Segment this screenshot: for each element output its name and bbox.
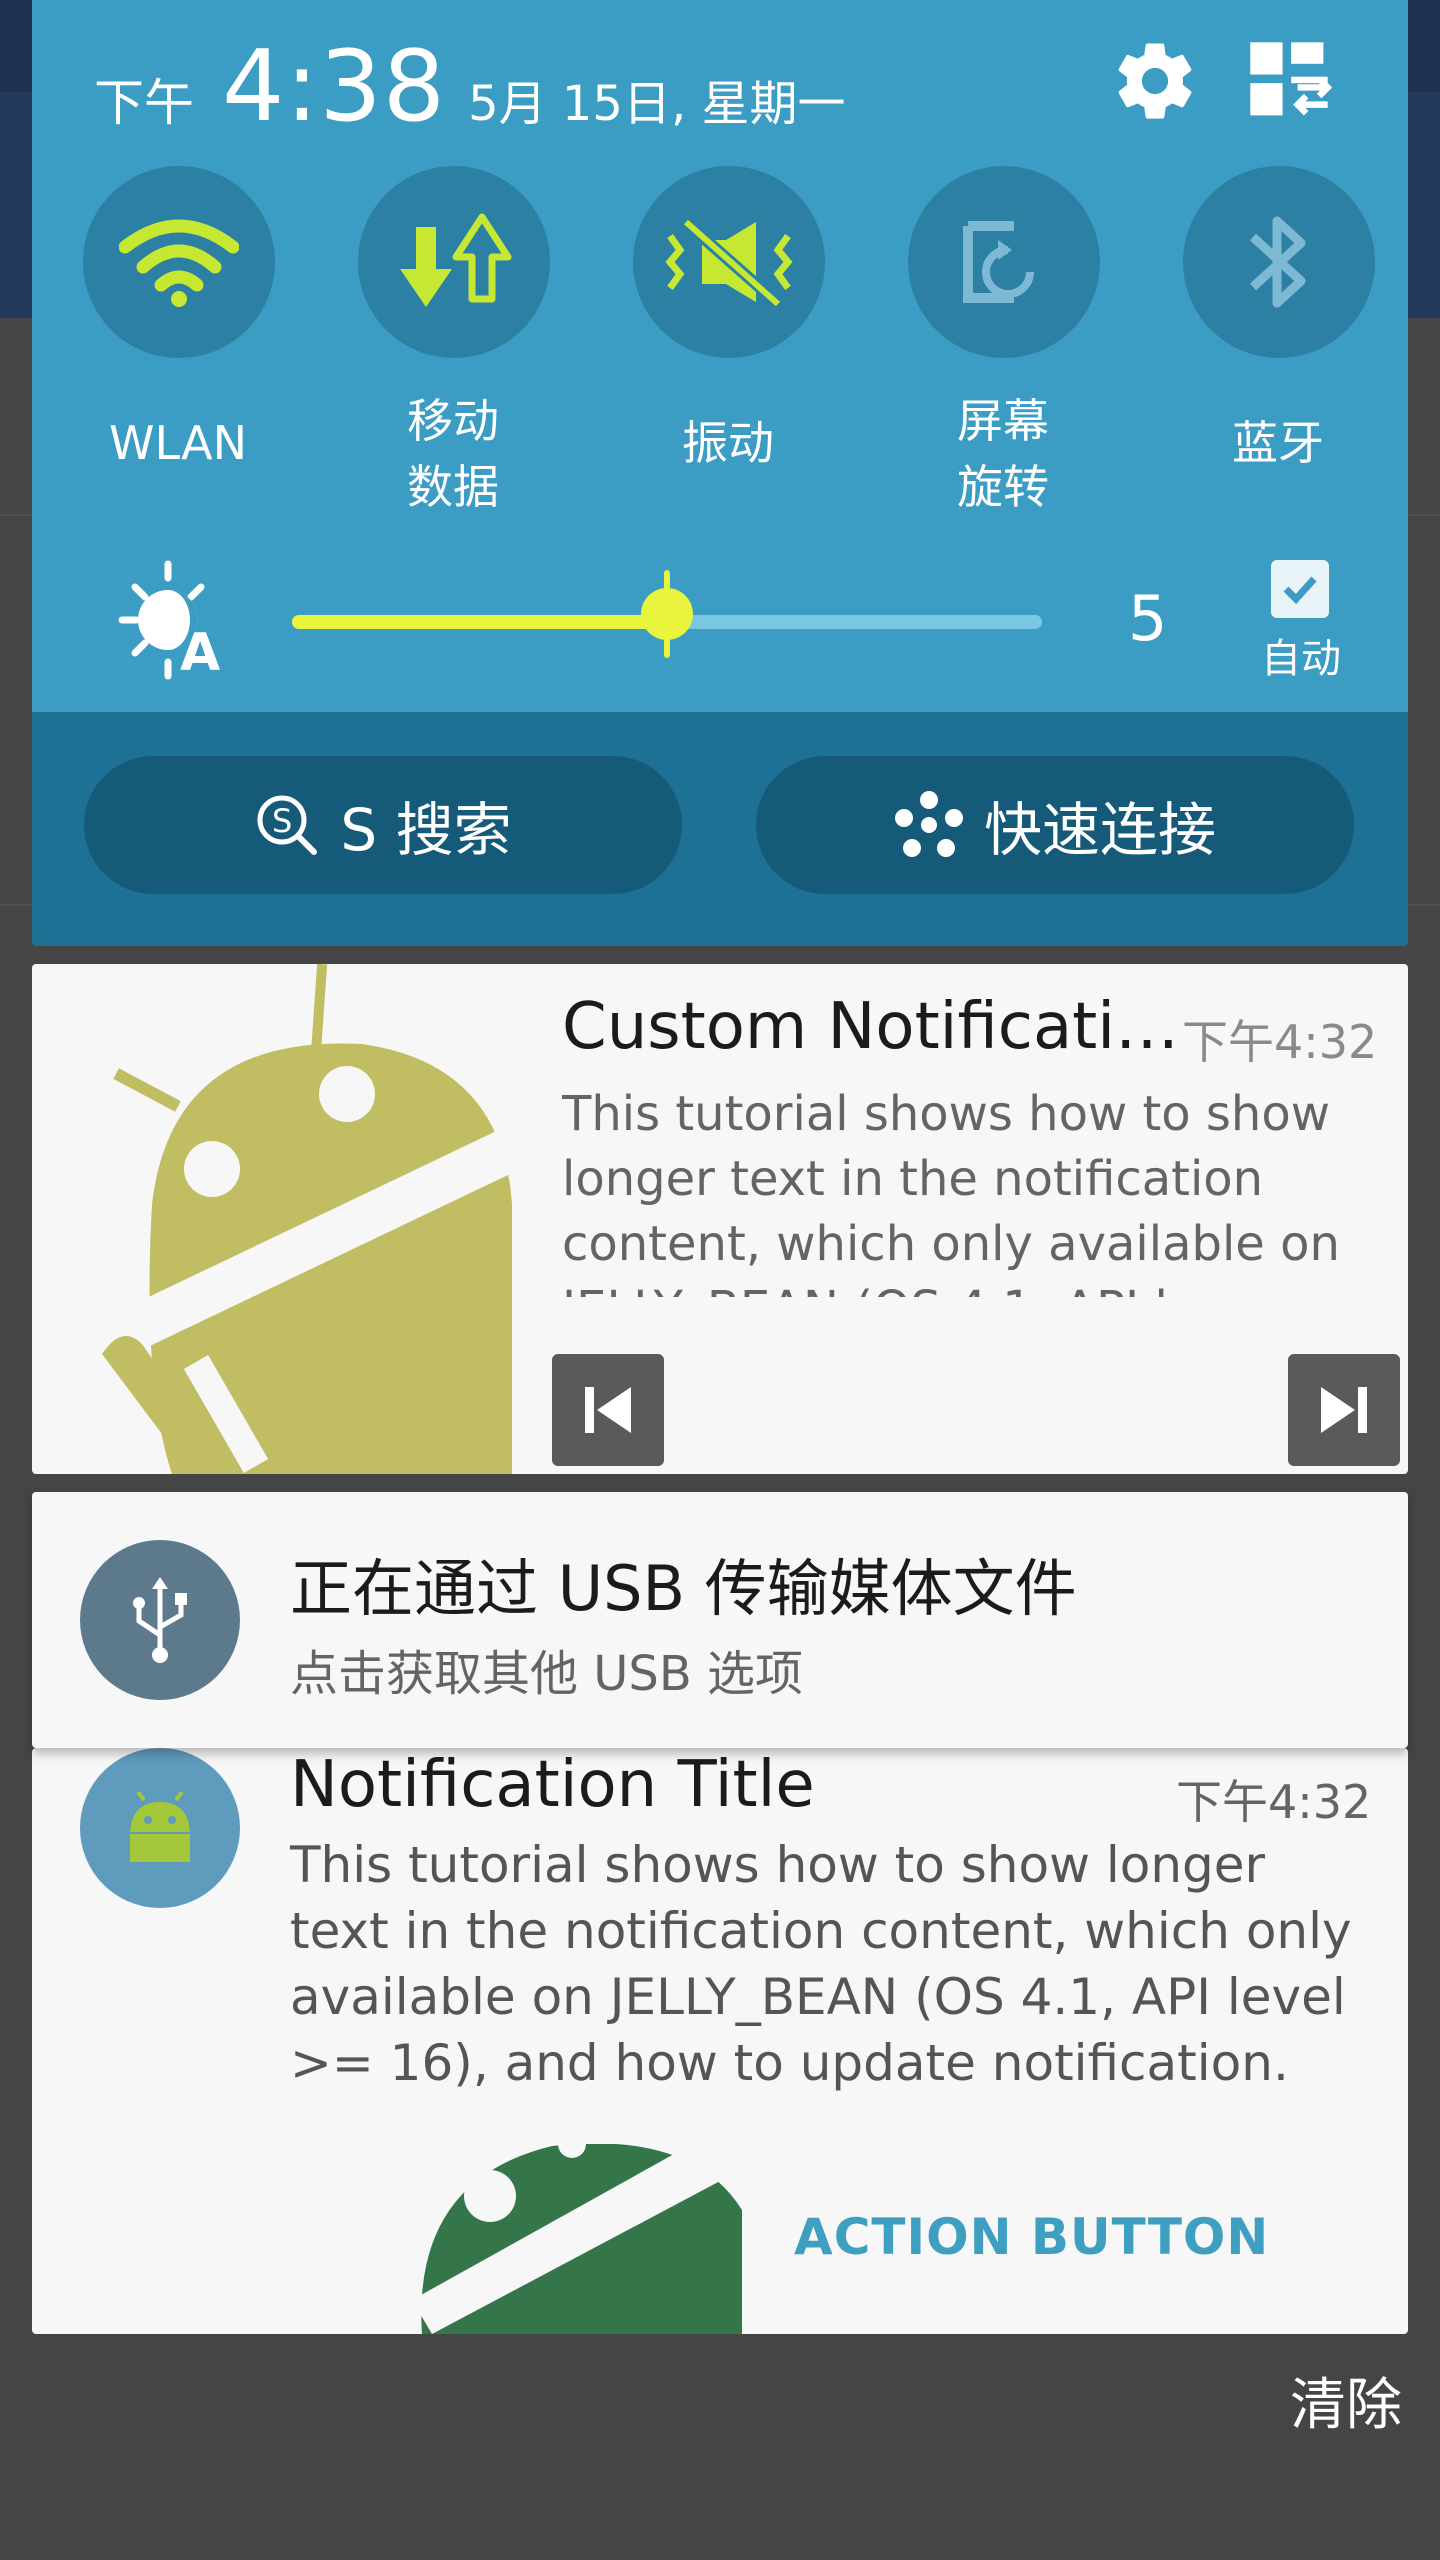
toggle-label: 移动 数据 <box>407 394 499 514</box>
skip-previous-button[interactable] <box>552 1354 664 1466</box>
notification-title: Notification Title <box>290 1748 815 1822</box>
auto-brightness-checkbox[interactable]: 自动 <box>1236 560 1366 682</box>
svg-text:A: A <box>180 623 220 680</box>
toggle-label: 屏幕 旋转 <box>957 394 1049 514</box>
notification-title: 正在通过 USB 传输媒体文件 <box>290 1552 1077 1625</box>
edit-layout-icon[interactable] <box>1244 36 1334 126</box>
skip-next-icon <box>1321 1387 1367 1433</box>
notification-text: This tutorial shows how to show longer t… <box>562 1086 1340 1297</box>
mobile-data-icon <box>358 166 550 358</box>
notification-subtitle: 点击获取其他 USB 选项 <box>290 1646 804 1702</box>
action-button[interactable]: ACTION BUTTON <box>794 2208 1269 2266</box>
brightness-row: A 5 自动 <box>32 560 1408 683</box>
brightness-value: 5 <box>1128 582 1168 655</box>
toggle-label: 振动 <box>682 416 774 470</box>
screen-rotation-icon <box>908 166 1100 358</box>
android-logo-image <box>392 2140 772 2334</box>
gear-icon[interactable] <box>1110 36 1200 126</box>
usb-icon <box>80 1540 240 1700</box>
brightness-slider[interactable] <box>292 570 1042 658</box>
quick-connect-button[interactable]: 快速连接 <box>756 756 1354 894</box>
toggle-label: 蓝牙 <box>1232 416 1324 470</box>
toggle-mobile-data[interactable]: 移动 数据 <box>333 166 573 514</box>
quick-toggles: WLAN 移动 数据 振动 屏幕 旋转 蓝牙 <box>32 166 1408 514</box>
quick-connect-icon <box>894 790 964 860</box>
bluetooth-icon <box>1183 166 1375 358</box>
android-app-icon <box>80 1748 240 1908</box>
status-clock: 下午 4:38 5月 15日, 星期一 <box>94 30 846 144</box>
auto-brightness-label: 自动 <box>1261 636 1341 682</box>
brightness-auto-icon: A <box>118 560 248 683</box>
usb-notification-card[interactable]: 正在通过 USB 传输媒体文件 点击获取其他 USB 选项 <box>32 1492 1408 1748</box>
clock-date: 5月 15日, 星期一 <box>468 76 846 132</box>
notification-time: 下午4:32 <box>1176 1775 1372 1829</box>
quick-connect-label: 快速连接 <box>983 796 1216 864</box>
skip-previous-icon <box>585 1387 631 1433</box>
toggle-screen-rotation[interactable]: 屏幕 旋转 <box>883 166 1123 514</box>
toggle-wlan[interactable]: WLAN <box>58 166 298 506</box>
toggle-vibrate[interactable]: 振动 <box>608 166 848 506</box>
toggle-bluetooth[interactable]: 蓝牙 <box>1158 166 1398 506</box>
big-text-notification-card[interactable]: Notification Title 下午4:32 This tutorial … <box>32 1748 1408 2334</box>
notification-title: Custom Notificati… <box>562 990 1180 1064</box>
notification-time: 下午4:32 <box>1182 1015 1378 1069</box>
s-search-label: S 搜索 <box>340 796 512 864</box>
s-search-button[interactable]: S S 搜索 <box>84 756 682 894</box>
clock-ampm: 下午 <box>94 74 194 132</box>
brightness-slider-fill <box>292 615 667 629</box>
custom-notification-card[interactable]: Custom Notificati… 下午4:32 This tutorial … <box>32 964 1408 1474</box>
clock-time: 4:38 <box>222 30 447 144</box>
android-logo-image <box>92 964 552 1474</box>
skip-next-button[interactable] <box>1288 1354 1400 1466</box>
notification-text: This tutorial shows how to show longer t… <box>290 1836 1352 2092</box>
quick-settings-panel: 下午 4:38 5月 15日, 星期一 WLAN 移动 数据 振动 屏幕 旋转 … <box>32 0 1408 946</box>
brightness-slider-thumb[interactable] <box>641 570 693 658</box>
s-search-icon: S <box>254 792 320 858</box>
toggle-label: WLAN <box>108 416 248 470</box>
svg-text:S: S <box>272 802 292 840</box>
wifi-icon <box>83 166 275 358</box>
vibrate-icon <box>633 166 825 358</box>
clear-all-button[interactable]: 清除 <box>1290 2360 1402 2441</box>
checkmark-icon <box>1271 560 1329 618</box>
